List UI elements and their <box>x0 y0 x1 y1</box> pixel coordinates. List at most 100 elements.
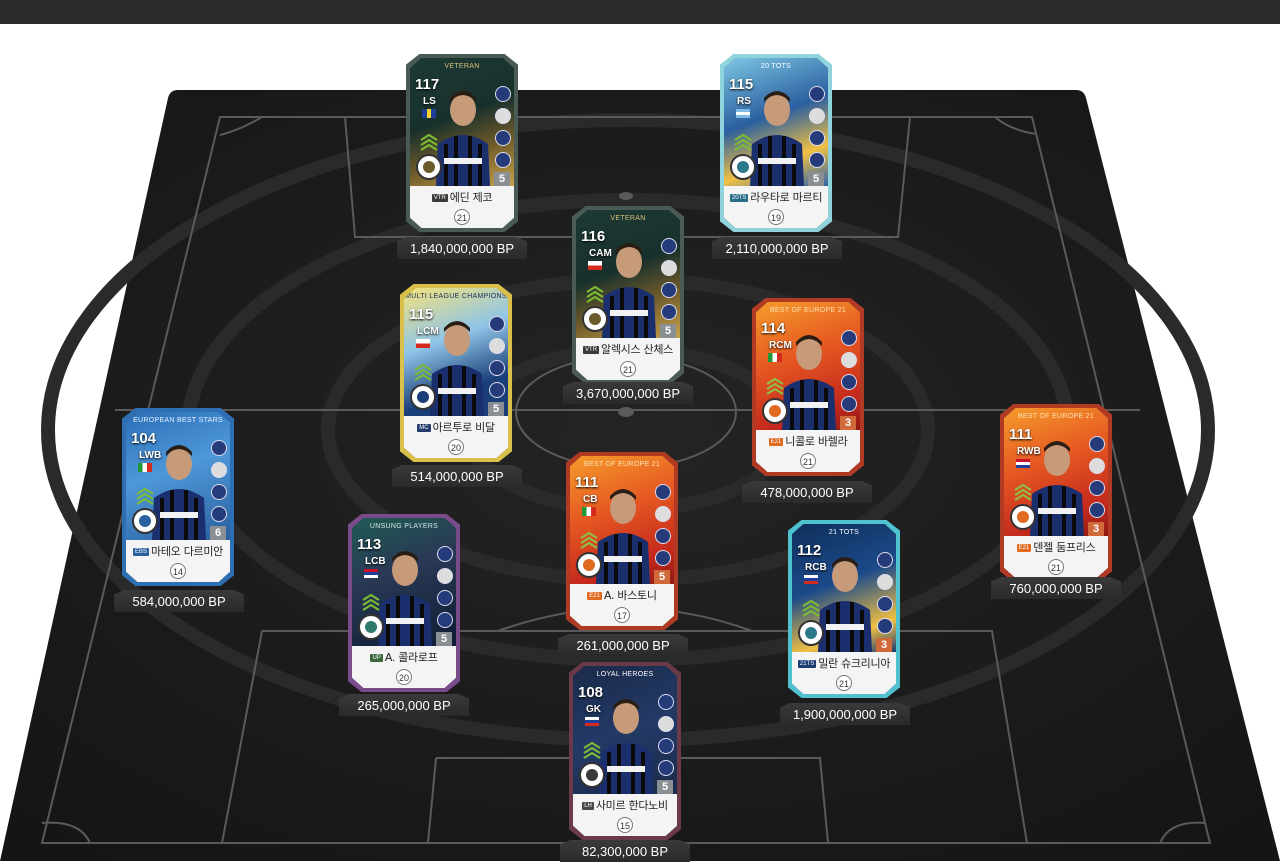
card-body: BEST OF EUROPE 21 114 RCM 3 E21 니콜로 바렐라 2… <box>756 302 860 472</box>
club-badge-icon <box>841 352 857 368</box>
club-badge-icon <box>655 550 671 566</box>
club-badge-icon <box>655 484 671 500</box>
card-season: VETERAN <box>444 63 480 70</box>
club-badge-icon <box>809 108 825 124</box>
club-badge-icon <box>661 238 677 254</box>
player-card-barella[interactable]: BEST OF EUROPE 21 114 RCM 3 E21 니콜로 바렐라 2… <box>752 298 864 476</box>
player-card-sanchez[interactable]: VETERAN 116 CAM 5 VTR 알렉시스 산체스 21 <box>572 206 684 384</box>
card-season: BEST OF EUROPE 21 <box>769 307 847 314</box>
player-card-dzeko[interactable]: VETERAN 117 LS 5 VTR 에딘 제코 21 <box>406 54 518 232</box>
season-emblem-icon <box>576 552 602 578</box>
enhance-level: 3 <box>876 638 892 652</box>
price-label: 760,000,000 BP <box>991 577 1121 599</box>
enhance-level: 5 <box>654 570 670 584</box>
club-badge-icon <box>489 338 505 354</box>
club-badge-icon <box>658 738 674 754</box>
team-badges <box>1087 434 1105 524</box>
club-badge-icon <box>489 382 505 398</box>
price-text: 1,840,000,000 BP <box>409 241 515 256</box>
team-badges <box>839 328 857 418</box>
club-badge-icon <box>841 330 857 346</box>
chevron-up-icon <box>414 363 432 381</box>
card-position: LCB <box>365 556 386 567</box>
card-season: BEST OF EUROPE 21 <box>1017 413 1095 420</box>
chevron-up-icon <box>580 531 598 549</box>
chevron-up-icon <box>734 133 752 151</box>
season-tag: 20TS <box>729 194 749 202</box>
chevron-up-icon <box>586 285 604 303</box>
season-emblem-icon <box>582 306 608 332</box>
club-badge-icon <box>1089 458 1105 474</box>
club-badge-icon <box>211 506 227 522</box>
grade-badge: 20 <box>396 669 412 685</box>
card-body: LOYAL HEROES 108 GK 5 LH 사미르 한다노비 15 <box>573 666 677 836</box>
player-name-text: 아르투로 비달 <box>432 421 495 434</box>
chevron-up-icon <box>136 487 154 505</box>
grade-badge: 20 <box>448 439 464 455</box>
club-badge-icon <box>877 596 893 612</box>
team-badges <box>659 236 677 326</box>
card-position: CB <box>583 494 598 505</box>
card-season: UNSUNG PLAYERS <box>369 523 439 530</box>
team-badges <box>487 314 505 404</box>
season-emblem-icon <box>798 620 824 646</box>
player-card-lautaro[interactable]: 20 TOTS 115 RS 5 20TS 라우타로 마르티 19 <box>720 54 832 232</box>
player-card-skriniar[interactable]: 21 TOTS 112 RCB 3 21TS 밀란 슈크리니아 21 <box>788 520 900 698</box>
enhance-level: 5 <box>657 780 673 794</box>
price-text: 2,110,000,000 BP <box>725 241 829 256</box>
price-text: 478,000,000 BP <box>760 485 854 500</box>
card-overall: 104 <box>131 430 157 447</box>
season-tag: E21 <box>1016 544 1032 552</box>
card-body: 20 TOTS 115 RS 5 20TS 라우타로 마르티 19 <box>724 58 828 228</box>
nation-flag-icon <box>588 261 602 270</box>
season-emblem-icon <box>410 384 436 410</box>
player-name: E21 A. 바스토니 <box>570 587 674 603</box>
season-emblem-icon <box>762 398 788 424</box>
player-name: LH 사미르 한다노비 <box>573 797 677 813</box>
club-badge-icon <box>437 546 453 562</box>
season-tag: UP <box>370 654 383 662</box>
nation-flag-icon <box>364 569 378 578</box>
club-badge-icon <box>661 304 677 320</box>
chevron-up-icon <box>802 599 820 617</box>
grade-badge: 19 <box>768 209 784 225</box>
player-name-text: 밀란 슈크리니아 <box>818 657 891 670</box>
club-badge-icon <box>661 260 677 276</box>
chevron-up-icon <box>1014 483 1032 501</box>
team-badges <box>807 84 825 174</box>
price-label: 514,000,000 BP <box>392 465 522 487</box>
player-name-text: 에딘 제코 <box>449 191 493 204</box>
card-season: BEST OF EUROPE 21 <box>583 461 661 468</box>
season-emblem-icon <box>1010 504 1036 530</box>
price-label: 265,000,000 BP <box>339 694 469 716</box>
player-card-vidal[interactable]: MULTI LEAGUE CHAMPIONS 115 LCM 5 MC 아르투로 … <box>400 284 512 462</box>
enhance-level: 6 <box>210 526 226 540</box>
club-badge-icon <box>841 374 857 390</box>
player-name-text: 덴젤 둠프리스 <box>1033 541 1096 554</box>
player-card-bastoni[interactable]: BEST OF EUROPE 21 111 CB 5 E21 A. 바스토니 17 <box>566 452 678 630</box>
player-name: VTR 알렉시스 산체스 <box>576 341 680 357</box>
club-badge-icon <box>877 552 893 568</box>
grade-badge: 21 <box>1048 559 1064 575</box>
player-card-darmian[interactable]: EUROPEAN BEST STARS 104 LWB 6 EBS 마테오 다르미… <box>122 408 234 586</box>
player-card-kolarov[interactable]: UNSUNG PLAYERS 113 LCB 5 UP A. 콜라로프 20 <box>348 514 460 692</box>
price-text: 82,300,000 BP <box>581 844 669 859</box>
player-card-dumfries[interactable]: BEST OF EUROPE 21 111 RWB 3 E21 덴젤 둠프리스 2… <box>1000 404 1112 582</box>
player-name-text: 니콜로 바렐라 <box>785 435 848 448</box>
nation-flag-icon <box>422 109 436 118</box>
price-text: 760,000,000 BP <box>1009 581 1103 596</box>
player-name-text: 알렉시스 산체스 <box>601 343 673 356</box>
club-badge-icon <box>1089 502 1105 518</box>
price-label: 584,000,000 BP <box>114 590 244 612</box>
card-body: VETERAN 117 LS 5 VTR 에딘 제코 21 <box>410 58 514 228</box>
player-name: 20TS 라우타로 마르티 <box>724 189 828 205</box>
season-emblem-icon <box>416 154 442 180</box>
card-body: VETERAN 116 CAM 5 VTR 알렉시스 산체스 21 <box>576 210 680 380</box>
card-season: MULTI LEAGUE CHAMPIONS <box>405 293 507 300</box>
team-badges <box>493 84 511 174</box>
club-badge-icon <box>1089 480 1105 496</box>
price-text: 3,670,000,000 BP <box>575 386 681 401</box>
player-card-handanovic[interactable]: LOYAL HEROES 108 GK 5 LH 사미르 한다노비 15 <box>569 662 681 840</box>
player-name: VTR 에딘 제코 <box>410 189 514 205</box>
price-label: 3,670,000,000 BP <box>563 382 693 404</box>
